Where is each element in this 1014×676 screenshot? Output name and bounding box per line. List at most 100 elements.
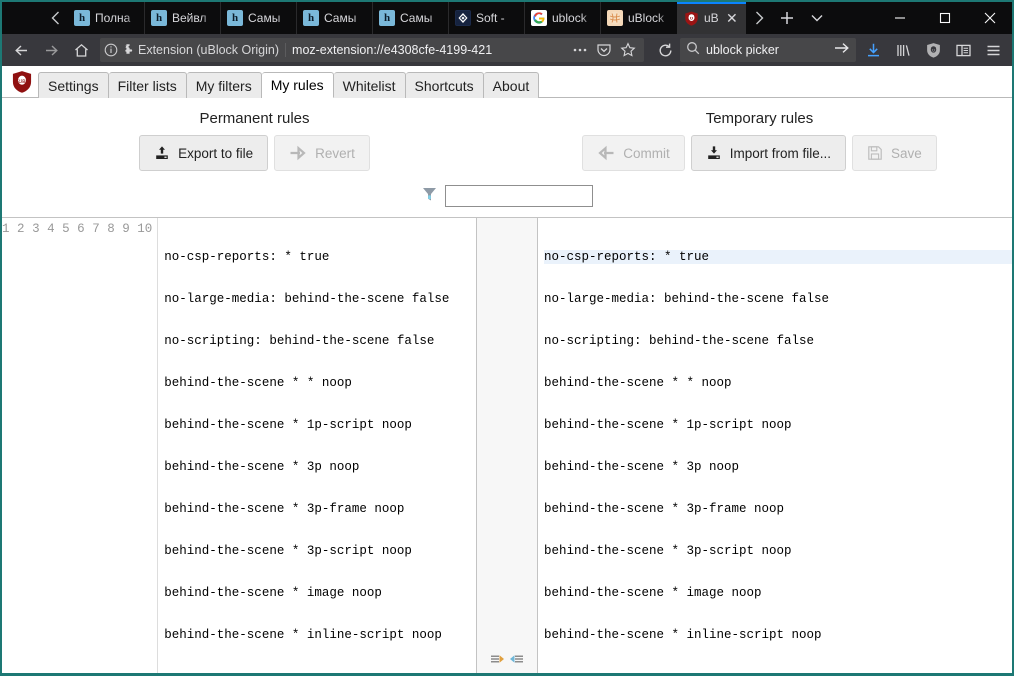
rule-line: behind-the-scene * 3p noop — [164, 460, 360, 474]
temporary-rules-title: Temporary rules — [705, 110, 814, 127]
close-window-button[interactable] — [967, 2, 1012, 34]
browser-tab-7[interactable]: ublock — [524, 2, 600, 34]
permanent-rules-pane[interactable]: 1 2 3 4 5 6 7 8 9 10 no-csp-reports: * t… — [2, 218, 476, 673]
revert-button[interactable]: Revert — [274, 135, 370, 171]
ublock-tab-label: Settings — [48, 77, 99, 94]
rule-line: behind-the-scene * 3p noop — [544, 460, 740, 474]
line-number: 9 — [122, 222, 130, 236]
ublock-tab-settings[interactable]: Settings — [38, 72, 109, 98]
rule-line: behind-the-scene * 3p-script noop — [164, 544, 412, 558]
close-tab-button[interactable]: ✕ — [726, 11, 740, 25]
browser-tab-1[interactable]: h Полна — [68, 2, 144, 34]
ublock-tab-label: My filters — [195, 77, 252, 94]
ublock-tab-my-filters[interactable]: My filters — [186, 72, 262, 98]
browser-tab-6[interactable]: Soft - — [448, 2, 524, 34]
browser-tab-label: Soft - — [476, 11, 505, 25]
sidebar-button[interactable] — [948, 37, 978, 63]
ublock-logo-icon: ʊʙ — [10, 69, 34, 95]
rule-line: no-scripting: behind-the-scene false — [164, 334, 435, 348]
permanent-rules-toolbar: Permanent rules Export to file Revert — [2, 106, 507, 171]
save-to-pocket-button[interactable] — [592, 38, 616, 62]
browser-tab-label: Полна — [95, 11, 131, 25]
tabs-scroll-back-button[interactable] — [42, 2, 68, 34]
ublock-tab-about[interactable]: About — [483, 72, 540, 98]
ublock-tab-whitelist[interactable]: Whitelist — [333, 72, 406, 98]
rule-line: behind-the-scene * 1p-script noop — [544, 418, 792, 432]
ublock-shield-icon: ʊ — [926, 42, 940, 58]
rule-line: no-large-media: behind-the-scene false — [164, 292, 450, 306]
copy-left-icon[interactable] — [509, 653, 524, 665]
extension-puzzle-icon — [121, 43, 135, 57]
import-from-file-button[interactable]: Import from file... — [690, 135, 846, 171]
browser-tab-label: Самы — [248, 11, 281, 25]
search-bar[interactable]: ublock picker — [680, 38, 856, 62]
my-rules-content: Permanent rules Export to file Revert Te… — [2, 98, 1012, 673]
maximize-button[interactable] — [922, 2, 967, 34]
browser-tab-4[interactable]: h Самы — [296, 2, 372, 34]
reload-button[interactable] — [650, 37, 680, 63]
app-menu-button[interactable] — [978, 37, 1008, 63]
new-tab-button[interactable] — [772, 2, 802, 34]
search-input[interactable]: ublock picker — [700, 43, 833, 57]
bookmark-star-button[interactable] — [616, 38, 640, 62]
search-go-button[interactable] — [833, 41, 850, 60]
forward-button[interactable] — [36, 37, 66, 63]
rules-filter-input[interactable] — [444, 185, 593, 207]
temporary-rules-toolbar: Temporary rules Commit Import from file.… — [507, 106, 1012, 171]
svg-text:ʊʙ: ʊʙ — [18, 78, 26, 85]
minimize-button[interactable] — [877, 2, 922, 34]
browser-tab-3[interactable]: h Самы — [220, 2, 296, 34]
browser-tab-label: Самы — [324, 11, 357, 25]
ublock-tab-label: Shortcuts — [414, 77, 474, 94]
library-button[interactable] — [888, 37, 918, 63]
save-label: Save — [891, 145, 922, 161]
rule-line: behind-the-scene * inline-script noop — [544, 628, 822, 642]
tabs-scroll-forward-button[interactable] — [746, 2, 772, 34]
home-button[interactable] — [66, 37, 96, 63]
browser-tab-active-ublock[interactable]: ʊ uB ✕ — [676, 2, 746, 34]
ublock-tab-shortcuts[interactable]: Shortcuts — [405, 72, 484, 98]
ublock-toolbar-button[interactable]: ʊ — [918, 37, 948, 63]
rules-toolbars: Permanent rules Export to file Revert Te… — [2, 106, 1012, 171]
list-all-tabs-button[interactable] — [802, 2, 832, 34]
save-button[interactable]: Save — [852, 135, 937, 171]
export-to-file-button[interactable]: Export to file — [139, 135, 269, 171]
copy-right-icon[interactable] — [490, 653, 505, 665]
navigation-toolbar: Extension (uBlock Origin) moz-extension:… — [2, 34, 1012, 66]
ublock-tab-label: Filter lists — [117, 77, 177, 94]
chevron-right-icon — [755, 11, 763, 25]
import-download-icon — [706, 145, 722, 161]
svg-text:ʊ: ʊ — [690, 15, 693, 20]
browser-tab-8[interactable]: uBlock — [600, 2, 676, 34]
tab-strip-drag-space — [2, 2, 42, 34]
line-number: 6 — [77, 222, 85, 236]
rule-line: behind-the-scene * * noop — [544, 376, 732, 390]
rule-line: no-csp-reports: * true — [544, 250, 1012, 264]
permanent-rules-title: Permanent rules — [199, 110, 310, 127]
browser-tab-5[interactable]: h Самы — [372, 2, 448, 34]
page-actions-button[interactable] — [568, 38, 592, 62]
rule-line: no-large-media: behind-the-scene false — [544, 292, 830, 306]
back-button[interactable] — [6, 37, 36, 63]
permanent-rules-line-numbers: 1 2 3 4 5 6 7 8 9 10 — [2, 218, 159, 673]
commit-button[interactable]: Commit — [582, 135, 685, 171]
menu-icon — [987, 45, 999, 55]
rules-filter-row — [2, 185, 1012, 207]
identity-box[interactable]: Extension (uBlock Origin) — [104, 43, 287, 57]
downloads-button[interactable] — [858, 37, 888, 63]
browser-tab-label: Вейвл — [172, 11, 207, 25]
browser-tab-2[interactable]: h Вейвл — [144, 2, 220, 34]
url-bar[interactable]: Extension (uBlock Origin) moz-extension:… — [100, 38, 644, 62]
temporary-rules-text[interactable]: no-csp-reports: * true no-large-media: b… — [538, 218, 1012, 673]
home-icon — [74, 43, 88, 57]
svg-text:ʊ: ʊ — [932, 47, 935, 52]
line-number: 1 — [2, 222, 10, 236]
permanent-rules-text[interactable]: no-csp-reports: * true no-large-media: b… — [158, 218, 476, 673]
rule-line: behind-the-scene * * noop — [164, 376, 352, 390]
ublock-tab-my-rules[interactable]: My rules — [261, 72, 334, 98]
h-icon: h — [379, 10, 395, 26]
temporary-rules-pane[interactable]: no-csp-reports: * true no-large-media: b… — [538, 218, 1012, 673]
export-to-file-label: Export to file — [178, 145, 254, 161]
h-icon: h — [227, 10, 243, 26]
ublock-tab-filter-lists[interactable]: Filter lists — [108, 72, 187, 98]
